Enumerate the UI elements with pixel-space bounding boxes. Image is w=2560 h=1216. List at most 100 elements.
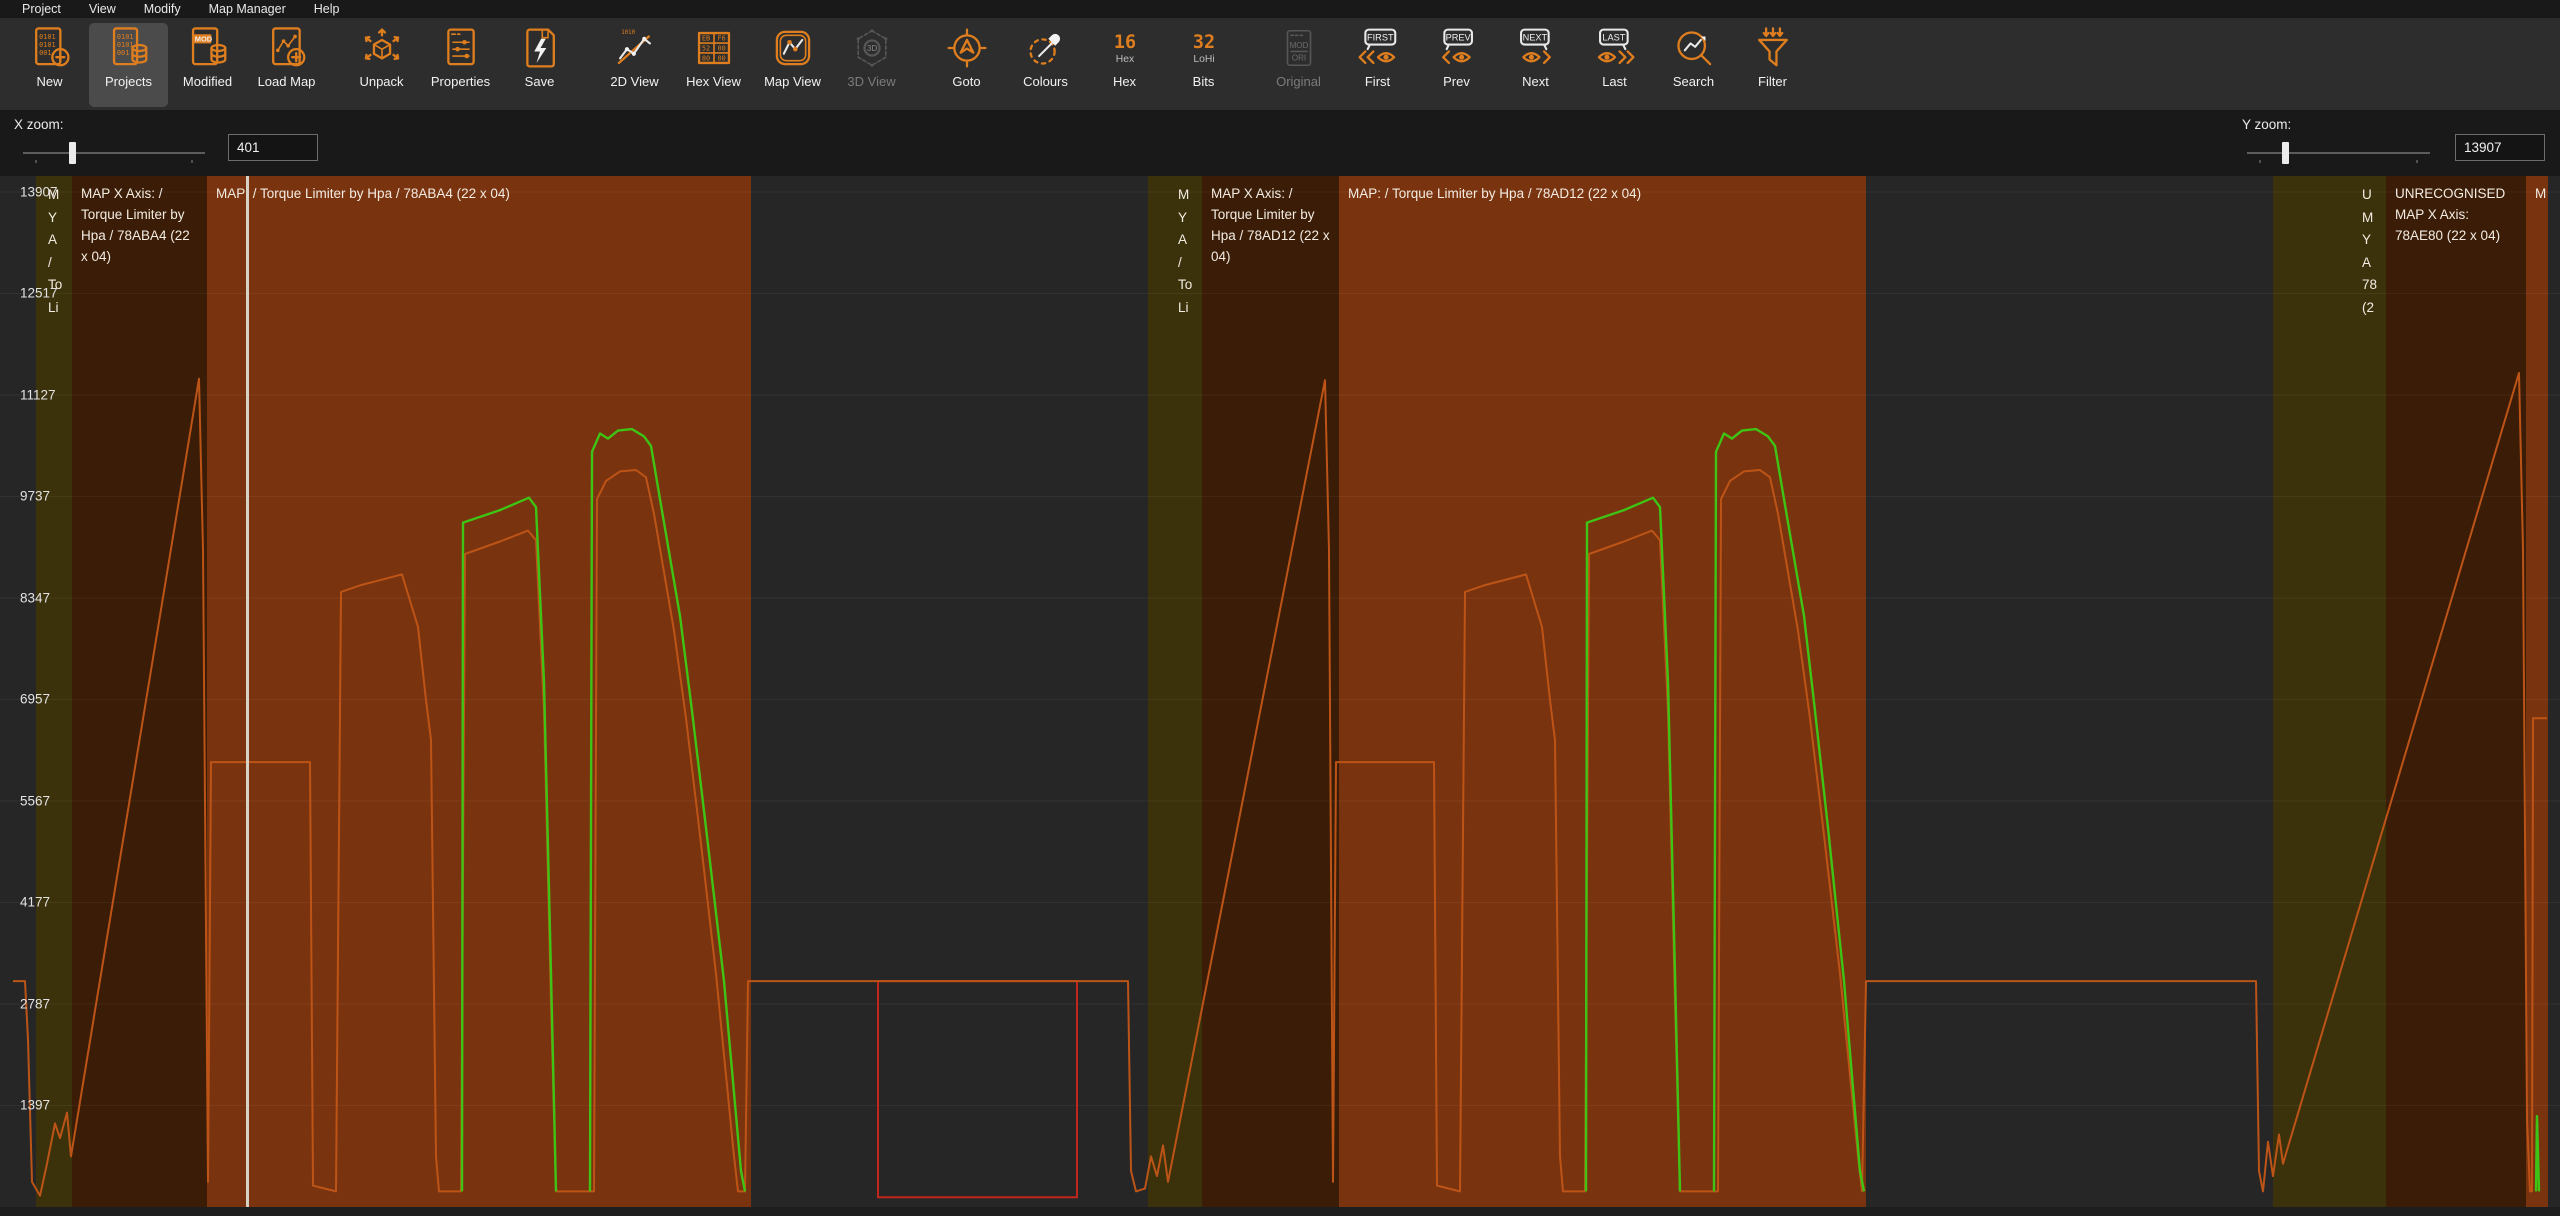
map-view-button[interactable]: Map View [753,23,832,107]
new-button[interactable]: 01010101001New [10,23,89,107]
x-zoom-label: X zoom: [14,117,64,132]
x-zoom-slider[interactable] [23,142,205,164]
map-region-header-map-clipped-right: M [2526,176,2548,1207]
position-cursor-line [246,176,249,1207]
original-toggle-icon: MOD ORI [1276,25,1322,71]
projects-button[interactable]: 01010101001Projects [89,23,168,107]
svg-text:16: 16 [1113,32,1135,53]
last-button[interactable]: LASTLast [1575,23,1654,107]
svg-text:00: 00 [717,55,725,63]
svg-text:PREV: PREV [1445,33,1471,43]
bits-button[interactable]: 32LoHiBits [1164,23,1243,107]
new-document-icon: 01010101001 [27,25,73,71]
y-axis-tick-label: 8347 [20,590,50,605]
x-zoom-slider-thumb[interactable] [69,142,76,164]
y-axis-tick-label: 2787 [20,996,50,1011]
y-zoom-slider-thumb[interactable] [2282,142,2289,164]
projects-stack-icon: 01010101001 [106,25,152,71]
filter-button[interactable]: Filter [1733,23,1812,107]
bits-32-icon: 32LoHi [1181,25,1227,71]
svg-text:32: 32 [1192,32,1214,53]
prev-button[interactable]: PREVPrev [1417,23,1496,107]
svg-text:FIRST: FIRST [1367,33,1394,43]
menu-project[interactable]: Project [8,2,75,16]
map-region-header-map-78AD12: MAP: / Torque Limiter by Hpa / 78AD12 (2… [1339,176,1866,1207]
save-button[interactable]: Save [500,23,579,107]
save-lightning-icon [517,25,563,71]
map-editor-window: Project View Modify Map Manager Help 010… [0,0,2560,1216]
svg-text:52: 52 [701,45,709,53]
y-zoom-slider[interactable] [2247,142,2430,164]
2d-view-button[interactable]: 10102D View [595,23,674,107]
svg-text:ORI: ORI [1291,54,1305,63]
menu-modify[interactable]: Modify [130,2,195,16]
goto-button[interactable]: Goto [927,23,1006,107]
y-axis-tick-label: 11127 [20,387,56,402]
hex-16-icon: 16Hex [1102,25,1148,71]
unpack-button[interactable]: Unpack [342,23,421,107]
svg-text:0101: 0101 [39,33,56,41]
modified-document-icon: MOD [185,25,231,71]
y-zoom-slider-track [2247,152,2430,154]
svg-text:0101: 0101 [39,41,56,49]
map-region-clipped-label-strip-78AE80-b: UMYA78(2 [2356,176,2386,319]
svg-text:NEXT: NEXT [1522,33,1547,43]
load-map-button[interactable]: Load Map [247,23,326,107]
last-eye-icon: LAST [1592,25,1638,71]
unpack-box-icon [359,25,405,71]
svg-text:MOD: MOD [1289,41,1308,50]
chart-bottom-margin [0,1207,2560,1216]
original-button: MODORIOriginal [1259,23,1338,107]
cube-3d-icon: 3D [849,25,895,71]
3d-view-button: 3D3D View [832,23,911,107]
menu-map-manager[interactable]: Map Manager [195,2,300,16]
svg-text:00: 00 [717,45,725,53]
load-map-icon [264,25,310,71]
y-zoom-label: Y zoom: [2242,117,2291,132]
map-region-header-xaxis-78ABA4: MAP X Axis: / Torque Limiter by Hpa / 78… [72,176,207,1207]
properties-button[interactable]: Properties [421,23,500,107]
y-axis-tick-label: 12517 [20,286,58,301]
svg-text:3D: 3D [867,44,877,53]
map-region-clipped-label-strip-78AD12: MYA/ToLi [1148,176,1202,319]
hex-view-button[interactable]: EBF652008000Hex View [674,23,753,107]
svg-text:F6: F6 [717,35,725,43]
svg-text:0101: 0101 [116,41,133,49]
svg-text:001: 001 [39,49,51,57]
svg-text:Hex: Hex [1115,54,1134,65]
map-region-clipped-label-strip-78AE80-a [2273,176,2356,184]
y-zoom-value-input[interactable] [2455,134,2545,161]
hex-button[interactable]: 16HexHex [1085,23,1164,107]
modified-button[interactable]: MODModified [168,23,247,107]
menu-view[interactable]: View [75,2,130,16]
first-eye-icon: FIRST [1355,25,1401,71]
svg-text:MOD: MOD [194,35,212,44]
svg-text:EB: EB [701,35,709,43]
first-button[interactable]: FIRSTFirst [1338,23,1417,107]
map-region-header-xaxis-78AE80: UNRECOGNISED MAP X Axis: 78AE80 (22 x 04… [2386,176,2526,1207]
search-button[interactable]: Search [1654,23,1733,107]
map-chart-area[interactable]: MYA/ToLiMAP X Axis: / Torque Limiter by … [0,176,2560,1216]
svg-text:LAST: LAST [1602,33,1625,43]
goto-target-icon [944,25,990,71]
x-zoom-slider-track [23,152,205,154]
svg-text:001: 001 [116,49,128,57]
svg-text:LoHi: LoHi [1193,54,1214,65]
svg-text:80: 80 [701,55,709,63]
map-region-header-xaxis-78AD12: MAP X Axis: / Torque Limiter by Hpa / 78… [1202,176,1339,1207]
search-trend-icon [1671,25,1717,71]
prev-eye-icon: PREV [1434,25,1480,71]
y-axis-tick-label: 5567 [20,793,50,808]
map-view-icon [770,25,816,71]
colours-button[interactable]: Colours [1006,23,1085,107]
x-zoom-value-input[interactable] [228,134,318,161]
chart-2d-icon: 1010 [612,25,658,71]
next-button[interactable]: NEXTNext [1496,23,1575,107]
colour-picker-icon [1023,25,1069,71]
menu-help[interactable]: Help [300,2,354,16]
y-axis-tick-label: 13907 [20,185,58,200]
next-eye-icon: NEXT [1513,25,1559,71]
map-region-header-map-78ABA4: MAP: / Torque Limiter by Hpa / 78ABA4 (2… [207,176,751,1207]
y-axis-tick-label: 1397 [20,1098,50,1113]
y-axis-tick-label: 4177 [20,895,50,910]
